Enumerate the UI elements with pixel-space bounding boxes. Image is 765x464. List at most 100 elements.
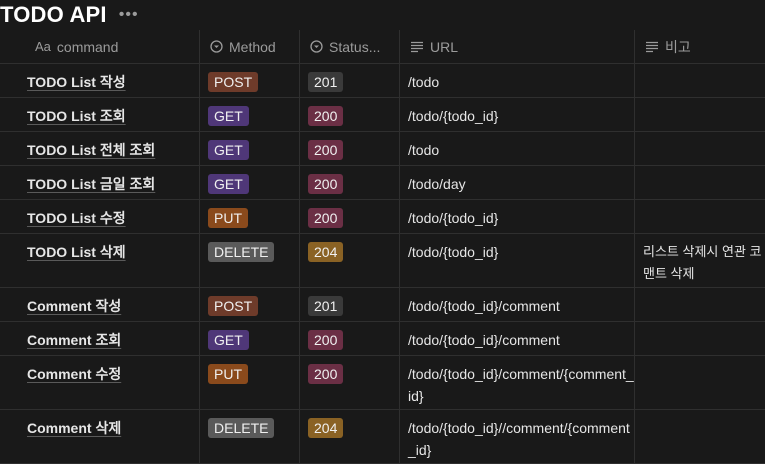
method-cell[interactable]: POST bbox=[200, 288, 300, 321]
url-cell[interactable]: /todo/{todo_id} bbox=[400, 98, 635, 131]
column-header-status[interactable]: Status... bbox=[300, 30, 400, 63]
method-tag: DELETE bbox=[208, 418, 275, 438]
command-cell[interactable]: TODO List 조회 bbox=[0, 98, 200, 131]
note-cell[interactable]: 리스트 삭제시 연관 코맨트 삭제 bbox=[635, 234, 765, 287]
column-header-url[interactable]: URL bbox=[400, 30, 635, 63]
method-cell[interactable]: DELETE bbox=[200, 234, 300, 287]
note-text: 리스트 삭제시 연관 코맨트 삭제 bbox=[643, 244, 762, 281]
url-text: /todo/{todo_id} bbox=[408, 108, 499, 124]
method-tag: POST bbox=[208, 72, 259, 92]
more-horizontal-icon[interactable]: ••• bbox=[119, 6, 139, 24]
page-title[interactable]: TODO API bbox=[0, 2, 107, 28]
status-cell[interactable]: 204 bbox=[300, 234, 400, 287]
method-cell[interactable]: GET bbox=[200, 166, 300, 199]
table-row[interactable]: TODO List 수정 PUT 200/todo/{todo_id} bbox=[0, 200, 765, 234]
note-cell[interactable] bbox=[635, 64, 765, 97]
note-cell[interactable] bbox=[635, 166, 765, 199]
command-title[interactable]: TODO List 수정 bbox=[27, 210, 126, 226]
command-title[interactable]: Comment 삭제 bbox=[27, 420, 121, 436]
method-cell[interactable]: GET bbox=[200, 132, 300, 165]
status-cell[interactable]: 201 bbox=[300, 64, 400, 97]
method-cell[interactable]: PUT bbox=[200, 200, 300, 233]
url-cell[interactable]: /todo/{todo_id} bbox=[400, 234, 635, 287]
column-header-label: command bbox=[56, 38, 119, 55]
url-cell[interactable]: /todo/{todo_id}//comment/{comment_id} bbox=[400, 410, 635, 463]
table-row[interactable]: Comment 삭제 DELETE 204/todo/{todo_id}//comm… bbox=[0, 410, 765, 464]
command-cell[interactable]: TODO List 삭제 bbox=[0, 234, 200, 287]
url-cell[interactable]: /todo/{todo_id}/comment bbox=[400, 288, 635, 321]
column-header-label: Method bbox=[229, 38, 276, 55]
method-tag: GET bbox=[208, 174, 249, 194]
select-property-icon bbox=[310, 40, 323, 53]
table-row[interactable]: TODO List 조회 GET 200/todo/{todo_id} bbox=[0, 98, 765, 132]
command-title[interactable]: TODO List 삭제 bbox=[27, 244, 126, 260]
command-title[interactable]: TODO List 금일 조회 bbox=[27, 176, 155, 192]
command-cell[interactable]: TODO List 수정 bbox=[0, 200, 200, 233]
command-cell[interactable]: Comment 수정 bbox=[0, 356, 200, 409]
table-row[interactable]: TODO List 삭제 DELETE 204/todo/{todo_id} 리스트 … bbox=[0, 234, 765, 288]
note-cell[interactable] bbox=[635, 200, 765, 233]
command-title[interactable]: Comment 조회 bbox=[27, 332, 121, 348]
note-cell[interactable] bbox=[635, 322, 765, 355]
table-row[interactable]: Comment 작성 POST 201/todo/{todo_id}/comment bbox=[0, 288, 765, 322]
method-cell[interactable]: DELETE bbox=[200, 410, 300, 463]
status-cell[interactable]: 201 bbox=[300, 288, 400, 321]
command-cell[interactable]: Comment 삭제 bbox=[0, 410, 200, 463]
status-cell[interactable]: 200 bbox=[300, 166, 400, 199]
url-cell[interactable]: /todo/{todo_id}/comment/{comment_id} bbox=[400, 356, 635, 409]
status-tag: 204 bbox=[308, 418, 344, 438]
status-cell[interactable]: 204 bbox=[300, 410, 400, 463]
method-tag: GET bbox=[208, 140, 249, 160]
url-text: /todo/day bbox=[408, 176, 466, 192]
note-cell[interactable] bbox=[635, 356, 765, 409]
column-header-command[interactable]: Aa command bbox=[0, 30, 200, 63]
command-title[interactable]: TODO List 전체 조회 bbox=[27, 142, 155, 158]
command-cell[interactable]: TODO List 금일 조회 bbox=[0, 166, 200, 199]
column-header-method[interactable]: Method bbox=[200, 30, 300, 63]
select-property-icon bbox=[210, 40, 223, 53]
status-tag: 200 bbox=[308, 140, 344, 160]
table-row[interactable]: TODO List 작성 POST 201/todo bbox=[0, 64, 765, 98]
column-header-note[interactable]: 비고 bbox=[635, 30, 765, 63]
title-property-icon: Aa bbox=[35, 39, 51, 54]
note-cell[interactable] bbox=[635, 98, 765, 131]
command-title[interactable]: TODO List 작성 bbox=[27, 74, 126, 90]
table-row[interactable]: Comment 수정 PUT 200/todo/{todo_id}/comment/… bbox=[0, 356, 765, 410]
command-cell[interactable]: TODO List 작성 bbox=[0, 64, 200, 97]
command-title[interactable]: Comment 작성 bbox=[27, 298, 121, 314]
note-cell[interactable] bbox=[635, 288, 765, 321]
status-cell[interactable]: 200 bbox=[300, 322, 400, 355]
url-cell[interactable]: /todo bbox=[400, 64, 635, 97]
method-tag: POST bbox=[208, 296, 259, 316]
table-row[interactable]: TODO List 전체 조회 GET 200/todo bbox=[0, 132, 765, 166]
table-row[interactable]: Comment 조회 GET 200/todo/{todo_id}/comment bbox=[0, 322, 765, 356]
status-cell[interactable]: 200 bbox=[300, 98, 400, 131]
method-cell[interactable]: GET bbox=[200, 322, 300, 355]
status-cell[interactable]: 200 bbox=[300, 132, 400, 165]
method-cell[interactable]: POST bbox=[200, 64, 300, 97]
method-cell[interactable]: GET bbox=[200, 98, 300, 131]
status-cell[interactable]: 200 bbox=[300, 200, 400, 233]
status-tag: 201 bbox=[308, 296, 344, 316]
url-cell[interactable]: /todo/{todo_id} bbox=[400, 200, 635, 233]
table-row[interactable]: TODO List 금일 조회 GET 200/todo/day bbox=[0, 166, 765, 200]
note-cell[interactable] bbox=[635, 132, 765, 165]
url-text: /todo/{todo_id} bbox=[408, 210, 499, 226]
command-title[interactable]: TODO List 조회 bbox=[27, 108, 126, 124]
method-cell[interactable]: PUT bbox=[200, 356, 300, 409]
command-cell[interactable]: Comment 조회 bbox=[0, 322, 200, 355]
status-cell[interactable]: 200 bbox=[300, 356, 400, 409]
url-text: /todo bbox=[408, 142, 440, 158]
url-text: /todo bbox=[408, 74, 440, 90]
method-tag: GET bbox=[208, 106, 249, 126]
column-header-label: 비고 bbox=[665, 38, 691, 55]
method-tag: GET bbox=[208, 330, 249, 350]
command-cell[interactable]: Comment 작성 bbox=[0, 288, 200, 321]
note-cell[interactable] bbox=[635, 410, 765, 463]
url-text: /todo/{todo_id}/comment bbox=[408, 332, 560, 348]
command-title[interactable]: Comment 수정 bbox=[27, 366, 121, 382]
url-cell[interactable]: /todo bbox=[400, 132, 635, 165]
command-cell[interactable]: TODO List 전체 조회 bbox=[0, 132, 200, 165]
url-cell[interactable]: /todo/{todo_id}/comment bbox=[400, 322, 635, 355]
url-cell[interactable]: /todo/day bbox=[400, 166, 635, 199]
